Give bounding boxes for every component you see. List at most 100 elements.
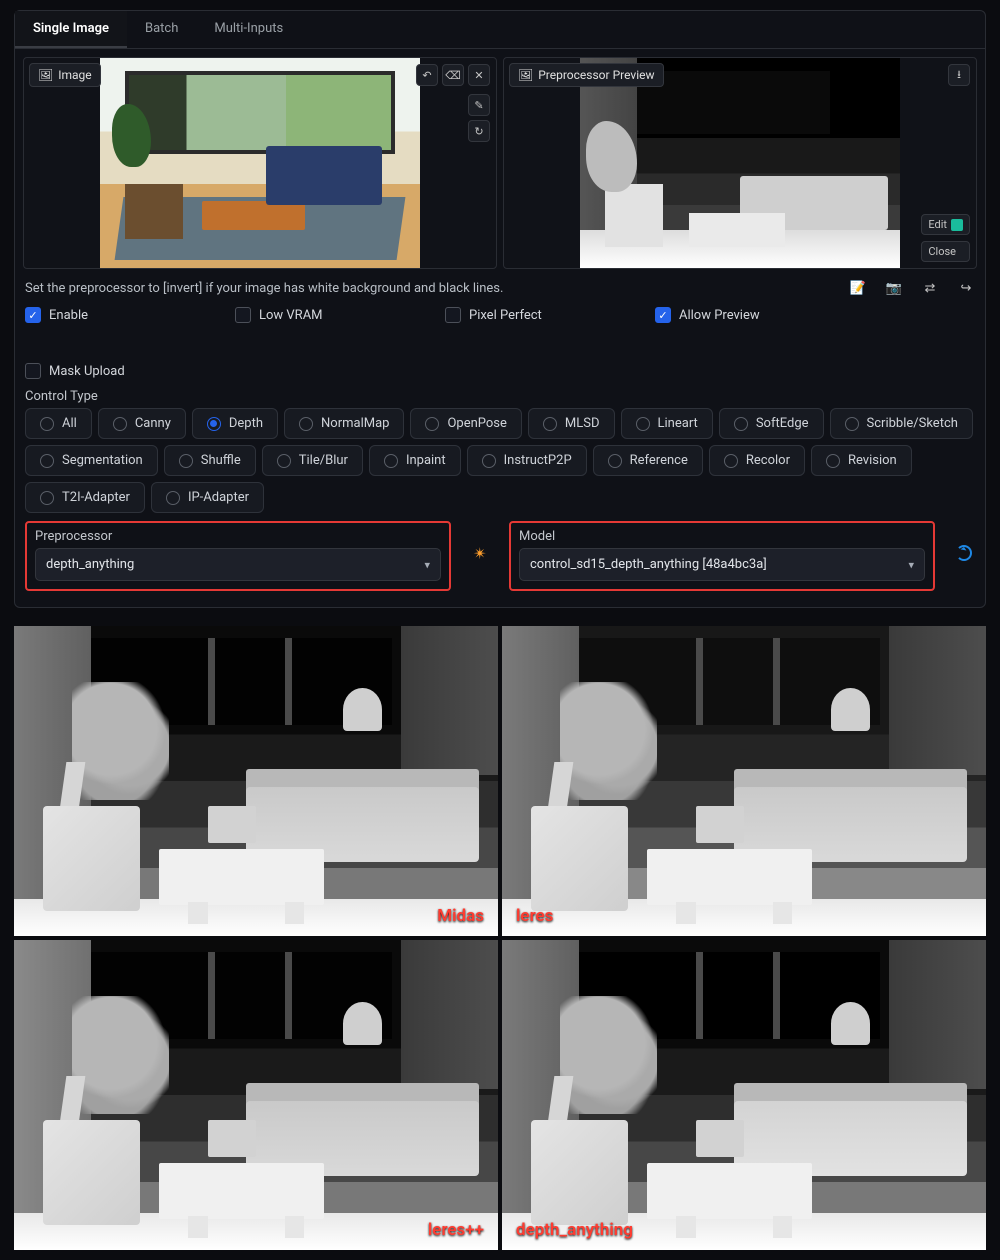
control-type-group: All Canny Depth NormalMap OpenPose MLSD Linear…: [15, 408, 985, 519]
compare-label-lerespp: leres++: [428, 1220, 484, 1240]
control-type-openpose[interactable]: OpenPose: [410, 408, 521, 439]
edit-btn-label: Edit: [928, 218, 947, 231]
checkbox-label: Pixel Perfect: [469, 308, 542, 323]
control-type-revision[interactable]: Revision: [811, 445, 912, 476]
radio-icon: [40, 454, 54, 468]
radio-label: OpenPose: [447, 416, 506, 431]
preview-label[interactable]: 🖼 Preprocessor Preview: [509, 63, 664, 87]
pen-icon[interactable]: ✎: [468, 94, 490, 116]
control-type-tile-blur[interactable]: Tile/Blur: [262, 445, 363, 476]
control-type-mlsd[interactable]: MLSD: [528, 408, 615, 439]
control-type-t2i-adapter[interactable]: T2I-Adapter: [25, 482, 145, 513]
radio-label: Canny: [135, 416, 171, 431]
checkbox-icon: [445, 307, 461, 323]
control-type-all[interactable]: All: [25, 408, 92, 439]
close-icon[interactable]: ✕: [468, 64, 490, 86]
radio-icon: [543, 417, 557, 431]
tab-single-image[interactable]: Single Image: [15, 11, 127, 48]
checkbox-icon: [235, 307, 251, 323]
radio-icon: [724, 454, 738, 468]
compare-label-leres: leres: [516, 906, 553, 926]
radio-icon: [166, 491, 180, 505]
radio-label: Segmentation: [62, 453, 143, 468]
checkbox-pixel-perfect[interactable]: Pixel Perfect: [445, 307, 615, 323]
preprocessor-label: Preprocessor: [35, 529, 441, 544]
edit-button[interactable]: Edit: [921, 214, 970, 235]
swap-icon[interactable]: ⇄: [921, 279, 939, 297]
preprocessor-field: Preprocessor depth_anything: [25, 521, 451, 591]
radio-icon: [299, 417, 313, 431]
control-type-softedge[interactable]: SoftEdge: [719, 408, 824, 439]
preprocessor-select[interactable]: depth_anything: [35, 548, 441, 581]
checkbox-enable[interactable]: Enable: [25, 307, 195, 323]
compare-leres: leres: [502, 626, 986, 936]
model-select[interactable]: control_sd15_depth_anything [48a4bc3a]: [519, 548, 925, 581]
radio-label: Revision: [848, 453, 897, 468]
close-button[interactable]: Close: [921, 241, 970, 262]
input-image: [100, 58, 421, 268]
control-type-inpaint[interactable]: Inpaint: [369, 445, 461, 476]
radio-label: Lineart: [658, 416, 698, 431]
mode-tabs: Single Image Batch Multi-Inputs: [15, 11, 985, 49]
radio-label: Reference: [630, 453, 688, 468]
radio-icon: [425, 417, 439, 431]
image-label-text: Image: [58, 68, 91, 82]
image-input-area[interactable]: ↶ ⌫ ✕ ✎ ↻: [23, 57, 497, 269]
checkbox-icon: [25, 307, 41, 323]
radio-label: Depth: [229, 416, 263, 431]
checkbox-label: Allow Preview: [679, 308, 760, 323]
camera-icon[interactable]: 📷: [885, 279, 903, 297]
radio-label: IP-Adapter: [188, 490, 249, 505]
radio-label: All: [62, 416, 77, 431]
run-preprocessor-button[interactable]: ✴: [469, 542, 491, 564]
preview-area[interactable]: ⭳ Edit Close: [503, 57, 977, 269]
radio-icon: [608, 454, 622, 468]
control-type-reference[interactable]: Reference: [593, 445, 703, 476]
close-btn-label: Close: [928, 245, 956, 258]
compare-lerespp: leres++: [14, 940, 498, 1250]
radio-label: Scribble/Sketch: [867, 416, 958, 431]
control-type-recolor[interactable]: Recolor: [709, 445, 805, 476]
preview-label-text: Preprocessor Preview: [538, 68, 654, 82]
undo-icon[interactable]: ↶: [416, 64, 438, 86]
compare-midas: Midas: [14, 626, 498, 936]
preview-icon: 🖼: [518, 68, 533, 82]
checkbox-icon: [655, 307, 671, 323]
send-icon[interactable]: ↪: [957, 279, 975, 297]
tab-multi-inputs[interactable]: Multi-Inputs: [196, 11, 301, 48]
control-type-scribble-sketch[interactable]: Scribble/Sketch: [830, 408, 973, 439]
hint-text: Set the preprocessor to [invert] if your…: [25, 281, 503, 296]
compare-label-midas: Midas: [437, 906, 484, 926]
control-type-label: Control Type: [15, 383, 985, 408]
radio-icon: [277, 454, 291, 468]
control-type-lineart[interactable]: Lineart: [621, 408, 713, 439]
checkbox-label: Enable: [49, 308, 88, 323]
control-type-ip-adapter[interactable]: IP-Adapter: [151, 482, 264, 513]
control-type-canny[interactable]: Canny: [98, 408, 186, 439]
download-icon[interactable]: ⭳: [948, 64, 970, 86]
refresh-models-button[interactable]: [953, 542, 975, 564]
note-icon[interactable]: 📝: [849, 279, 867, 297]
radio-label: T2I-Adapter: [62, 490, 130, 505]
radio-icon: [113, 417, 127, 431]
control-type-shuffle[interactable]: Shuffle: [164, 445, 256, 476]
erase-icon[interactable]: ⌫: [442, 64, 464, 86]
radio-icon: [845, 417, 859, 431]
reload-icon[interactable]: ↻: [468, 120, 490, 142]
control-type-instructp2p[interactable]: InstructP2P: [467, 445, 587, 476]
radio-label: MLSD: [565, 416, 600, 431]
image-input-label[interactable]: 🖼 Image: [29, 63, 101, 87]
checkbox-low-vram[interactable]: Low VRAM: [235, 307, 405, 323]
checkbox-label: Low VRAM: [259, 308, 323, 323]
checkbox-label: Mask Upload: [49, 364, 125, 379]
radio-icon: [384, 454, 398, 468]
radio-icon: [179, 454, 193, 468]
control-type-normalmap[interactable]: NormalMap: [284, 408, 404, 439]
checkbox-mask-upload[interactable]: Mask Upload: [25, 363, 195, 379]
tab-batch[interactable]: Batch: [127, 11, 196, 48]
control-type-depth[interactable]: Depth: [192, 408, 278, 439]
control-type-segmentation[interactable]: Segmentation: [25, 445, 158, 476]
radio-icon: [40, 417, 54, 431]
checkbox-allow-preview[interactable]: Allow Preview: [655, 307, 825, 323]
radio-icon: [207, 417, 221, 431]
